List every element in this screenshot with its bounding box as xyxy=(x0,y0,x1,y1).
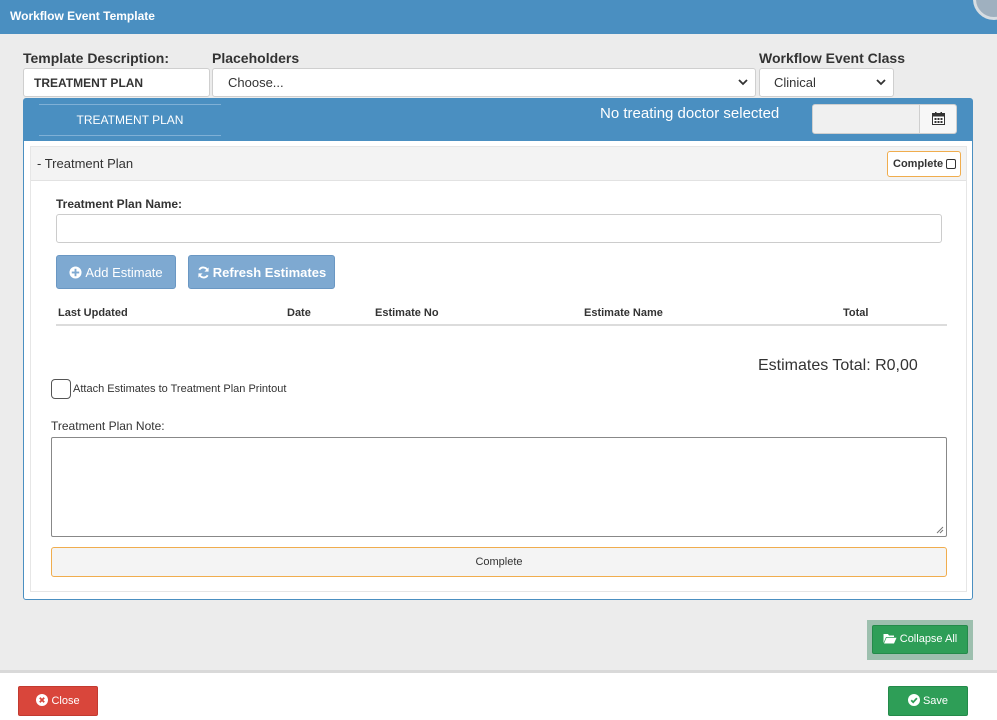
column-header-last-updated: Last Updated xyxy=(58,307,128,319)
attach-estimates-checkbox[interactable] xyxy=(51,379,71,399)
avatar[interactable] xyxy=(973,0,997,20)
save-label: Save xyxy=(922,695,949,707)
section-title[interactable]: - Treatment Plan xyxy=(37,156,133,171)
workflow-event-class-value: Clinical xyxy=(774,75,816,90)
column-header-estimate-name: Estimate Name xyxy=(584,307,663,319)
chevron-down-icon xyxy=(738,79,748,86)
column-header-total: Total xyxy=(843,307,869,319)
close-icon xyxy=(36,694,49,706)
close-label: Close xyxy=(51,695,80,707)
note-textarea[interactable] xyxy=(51,437,947,537)
complete-toggle[interactable]: Complete xyxy=(887,151,961,177)
plan-name-label: Treatment Plan Name: xyxy=(56,197,183,211)
attach-estimates-label[interactable]: Attach Estimates to Treatment Plan Print… xyxy=(73,383,286,395)
calendar-button[interactable] xyxy=(919,105,956,133)
workflow-event-class-label: Workflow Event Class xyxy=(759,50,906,66)
collapse-all-focus-ring: Collapse All xyxy=(867,620,973,660)
workflow-event-class-select[interactable]: Clinical xyxy=(759,68,894,97)
add-estimate-label: Add Estimate xyxy=(85,265,163,280)
plus-circle-icon xyxy=(69,266,82,279)
date-picker[interactable] xyxy=(812,104,957,134)
collapse-all-button[interactable]: Collapse All xyxy=(872,625,968,654)
chevron-down-icon xyxy=(876,79,886,86)
doctor-status: No treating doctor selected xyxy=(600,105,780,122)
check-circle-icon xyxy=(907,694,920,706)
placeholders-select[interactable]: Choose... xyxy=(212,68,756,97)
add-estimate-button[interactable]: Add Estimate xyxy=(56,255,176,289)
panel-header: TREATMENT PLAN No treating doctor select… xyxy=(24,99,972,141)
refresh-estimates-button[interactable]: Refresh Estimates xyxy=(188,255,335,289)
title-bar: Workflow Event Template xyxy=(0,0,997,34)
template-description-label: Template Description: xyxy=(23,50,169,66)
placeholders-label: Placeholders xyxy=(212,50,300,66)
plan-name-input[interactable] xyxy=(56,214,942,243)
placeholders-select-value: Choose... xyxy=(228,75,284,90)
section-header[interactable]: - Treatment Plan Complete xyxy=(31,147,966,181)
collapse-all-label: Collapse All xyxy=(899,633,958,645)
refresh-icon xyxy=(198,266,209,279)
resize-grip-icon[interactable] xyxy=(936,526,944,534)
complete-toggle-label: Complete xyxy=(893,158,944,170)
footer-bar: Close Save xyxy=(0,670,997,720)
treatment-plan-panel: TREATMENT PLAN No treating doctor select… xyxy=(23,98,973,600)
calendar-icon xyxy=(932,112,945,125)
refresh-estimates-label: Refresh Estimates xyxy=(212,265,327,280)
complete-button[interactable]: Complete xyxy=(51,547,947,577)
treatment-plan-section: - Treatment Plan Complete Treatment Plan… xyxy=(30,146,967,592)
estimates-total: Estimates Total: R0,00 xyxy=(758,357,918,374)
column-header-estimate-no: Estimate No xyxy=(375,307,439,319)
save-button[interactable]: Save xyxy=(888,686,968,716)
close-button[interactable]: Close xyxy=(18,686,98,716)
complete-checkbox[interactable] xyxy=(946,159,956,169)
template-description-input[interactable]: TREATMENT PLAN xyxy=(23,68,210,97)
folder-open-icon xyxy=(883,634,897,644)
note-label: Treatment Plan Note: xyxy=(51,419,165,433)
column-header-date: Date xyxy=(287,307,311,319)
window-title: Workflow Event Template xyxy=(10,9,155,23)
tab-treatment-plan[interactable]: TREATMENT PLAN xyxy=(39,104,221,136)
table-header-divider xyxy=(56,324,947,326)
